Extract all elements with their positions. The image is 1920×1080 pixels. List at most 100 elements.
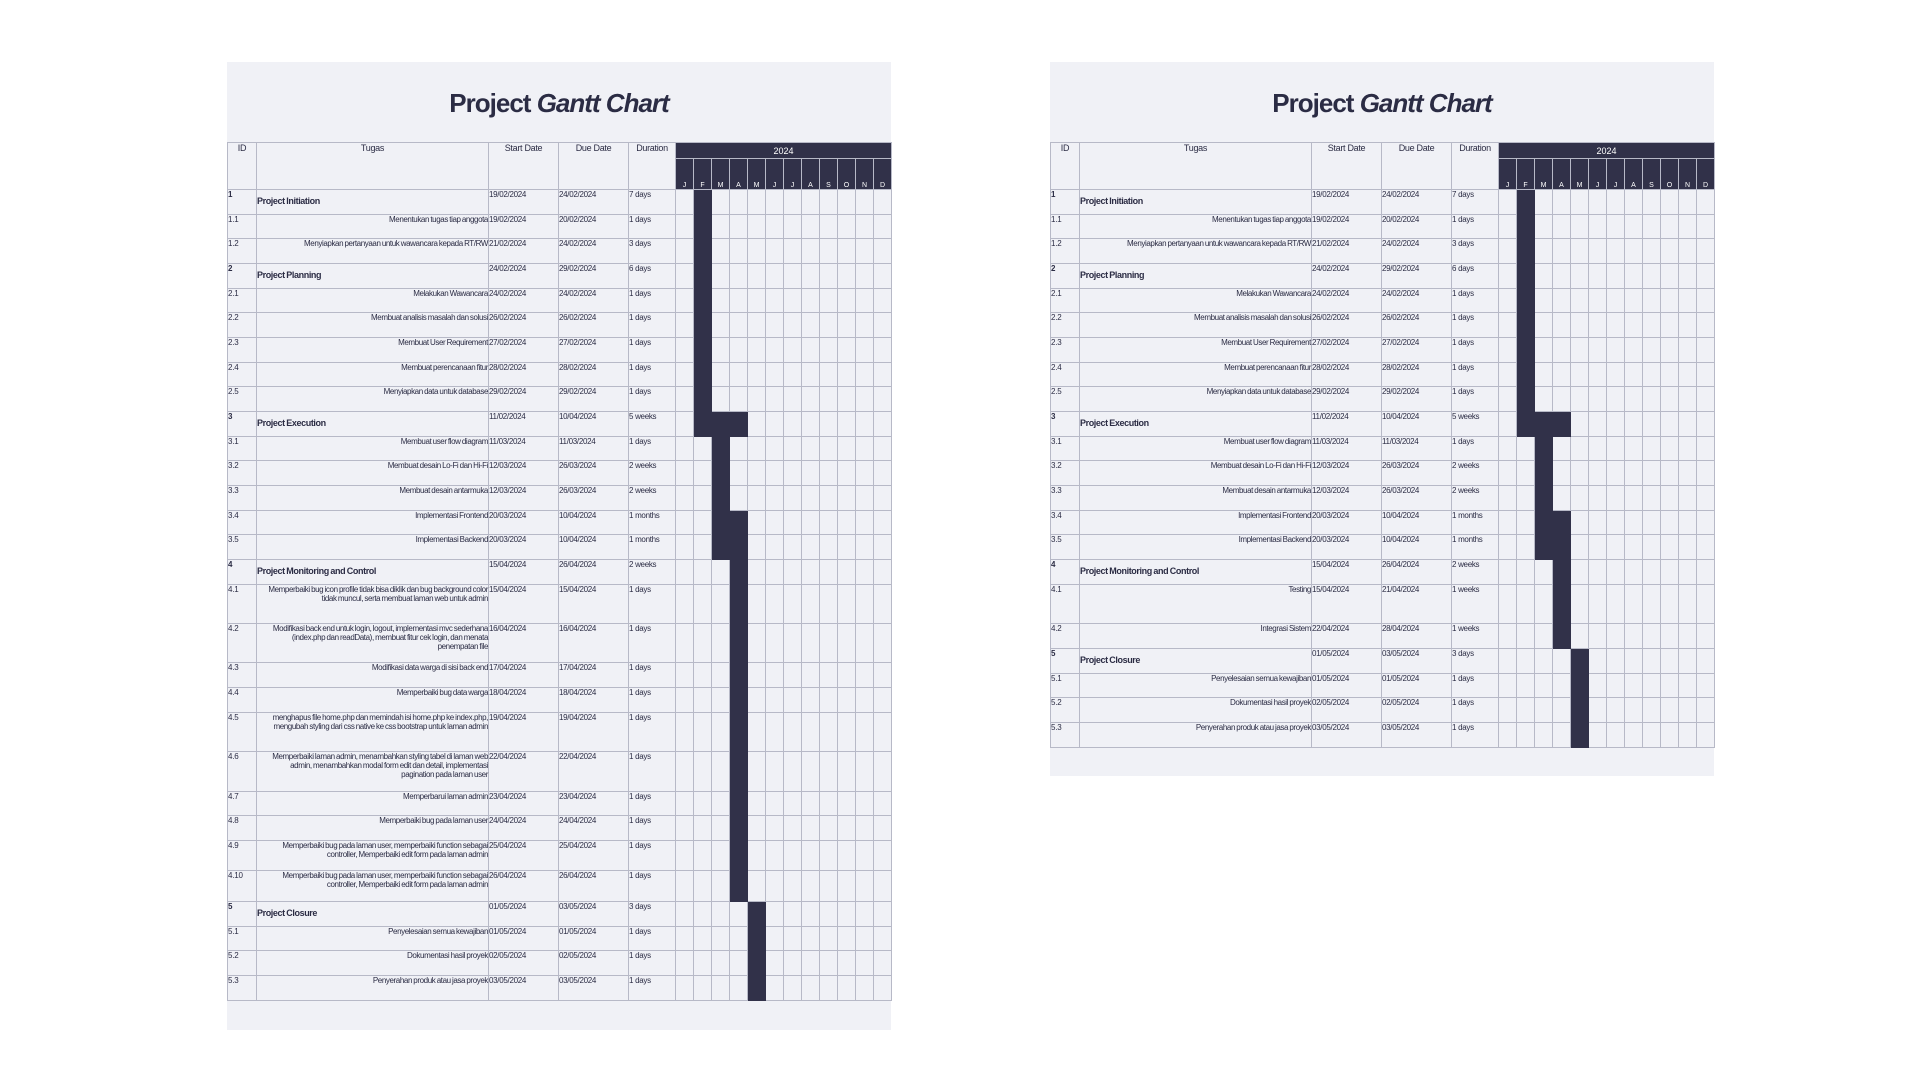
duration: 1 days xyxy=(628,662,676,688)
gantt-cell xyxy=(1678,485,1697,511)
gantt-cell xyxy=(783,312,802,338)
due-date: 01/05/2024 xyxy=(558,926,629,951)
gantt-cell xyxy=(1606,510,1625,535)
due-date: 26/04/2024 xyxy=(1381,559,1452,585)
gantt-cell xyxy=(1534,386,1553,412)
task-row: 3.2 Membuat desain Lo-Fi dan Hi-Fi 12/03/2… xyxy=(1050,460,1716,486)
duration: 2 weeks xyxy=(1451,460,1499,486)
gantt-cell xyxy=(801,214,820,239)
gantt-cell xyxy=(747,263,766,289)
gantt-cell xyxy=(693,584,712,624)
gantt-cell xyxy=(819,214,838,239)
duration: 1 days xyxy=(628,791,676,816)
gantt-cell xyxy=(1498,214,1517,239)
gantt-cell xyxy=(1624,697,1643,723)
gantt-cell xyxy=(747,485,766,511)
gantt-cell xyxy=(729,901,748,927)
gantt-cell xyxy=(675,510,694,535)
gantt-bar-cell xyxy=(693,263,712,289)
gantt-cell xyxy=(1660,214,1679,239)
gantt-bar-cell xyxy=(729,840,748,871)
gantt-cell xyxy=(872,263,893,289)
due-date: 10/04/2024 xyxy=(558,411,629,437)
gantt-sheet-left: Project Gantt Chart ID Tugas Start Date Due… xyxy=(227,62,893,1030)
gantt-cell xyxy=(819,687,838,713)
due-date: 25/04/2024 xyxy=(558,840,629,871)
gantt-cell xyxy=(765,263,784,289)
start-date: 27/02/2024 xyxy=(488,337,559,363)
gantt-cell xyxy=(675,712,694,752)
gantt-cell xyxy=(1624,214,1643,239)
gantt-cell xyxy=(1498,386,1517,412)
start-date: 26/02/2024 xyxy=(488,312,559,338)
duration: 7 days xyxy=(628,189,676,215)
gantt-bar-cell xyxy=(1552,623,1571,649)
task-name: Project Closure xyxy=(1079,648,1312,674)
gantt-cell xyxy=(872,870,893,902)
gantt-cell xyxy=(729,362,748,387)
task-name: Menyiapkan data untuk database xyxy=(1079,386,1312,412)
gantt-cell xyxy=(801,436,820,461)
gantt-cell xyxy=(675,485,694,511)
task-id: 4.9 xyxy=(227,840,257,871)
gantt-cell xyxy=(1660,534,1679,560)
gantt-cell xyxy=(1516,460,1535,486)
gantt-cell xyxy=(1498,411,1517,437)
gantt-cell xyxy=(783,926,802,951)
gantt-cell xyxy=(783,975,802,1001)
gantt-cell xyxy=(1678,623,1697,649)
due-date: 26/02/2024 xyxy=(1381,312,1452,338)
gantt-cell xyxy=(711,712,730,752)
gantt-cell xyxy=(872,662,893,688)
task-row: 3.5 Implementasi Backend 20/03/2024 10/04/2… xyxy=(1050,534,1716,560)
gantt-cell xyxy=(855,189,874,215)
due-date: 03/05/2024 xyxy=(558,901,629,927)
gantt-bar-cell xyxy=(693,238,712,264)
start-date: 19/02/2024 xyxy=(488,189,559,215)
gantt-cell xyxy=(1552,214,1571,239)
gantt-bar-cell xyxy=(1534,510,1553,535)
start-date: 15/04/2024 xyxy=(1311,559,1382,585)
gantt-cell xyxy=(1660,722,1679,748)
gantt-cell xyxy=(711,870,730,902)
task-id: 1 xyxy=(1050,189,1080,215)
task-id: 4.4 xyxy=(227,687,257,713)
gantt-bar-cell xyxy=(729,534,748,560)
gantt-cell xyxy=(1588,214,1607,239)
gantt-cell xyxy=(1606,386,1625,412)
gantt-cell xyxy=(819,534,838,560)
start-date: 16/04/2024 xyxy=(488,623,559,663)
gantt-cell xyxy=(855,485,874,511)
gantt-cell xyxy=(729,312,748,338)
task-name: Project Execution xyxy=(1079,411,1312,437)
start-date: 27/02/2024 xyxy=(1311,337,1382,363)
gantt-cell xyxy=(783,534,802,560)
gantt-cell xyxy=(1606,623,1625,649)
start-date: 19/04/2024 xyxy=(488,712,559,752)
header-row: ID Tugas Start Date Due Date Duration 2024 xyxy=(1050,142,1716,190)
gantt-cell xyxy=(855,386,874,412)
gantt-cell xyxy=(1642,238,1661,264)
gantt-cell xyxy=(819,386,838,412)
task-row: 2.5 Menyiapkan data untuk database 29/02/2… xyxy=(1050,386,1716,412)
gantt-cell xyxy=(693,510,712,535)
gantt-cell xyxy=(711,214,730,239)
gantt-cell xyxy=(837,662,856,688)
gantt-cell xyxy=(1570,510,1589,535)
due-date: 10/04/2024 xyxy=(558,534,629,560)
task-id: 4.2 xyxy=(1050,623,1080,649)
gantt-bar-cell xyxy=(693,411,712,437)
duration: 2 weeks xyxy=(1451,485,1499,511)
gantt-cell xyxy=(765,312,784,338)
col-header-due: Due Date xyxy=(1381,142,1452,190)
due-date: 02/05/2024 xyxy=(1381,697,1452,723)
gantt-cell xyxy=(1642,510,1661,535)
gantt-cell xyxy=(1660,623,1679,649)
gantt-cell xyxy=(783,712,802,752)
gantt-cell xyxy=(819,510,838,535)
duration: 1 days xyxy=(628,386,676,412)
gantt-cell xyxy=(872,362,893,387)
month-header: A xyxy=(801,158,820,190)
gantt-cell xyxy=(711,901,730,927)
due-date: 28/02/2024 xyxy=(558,362,629,387)
